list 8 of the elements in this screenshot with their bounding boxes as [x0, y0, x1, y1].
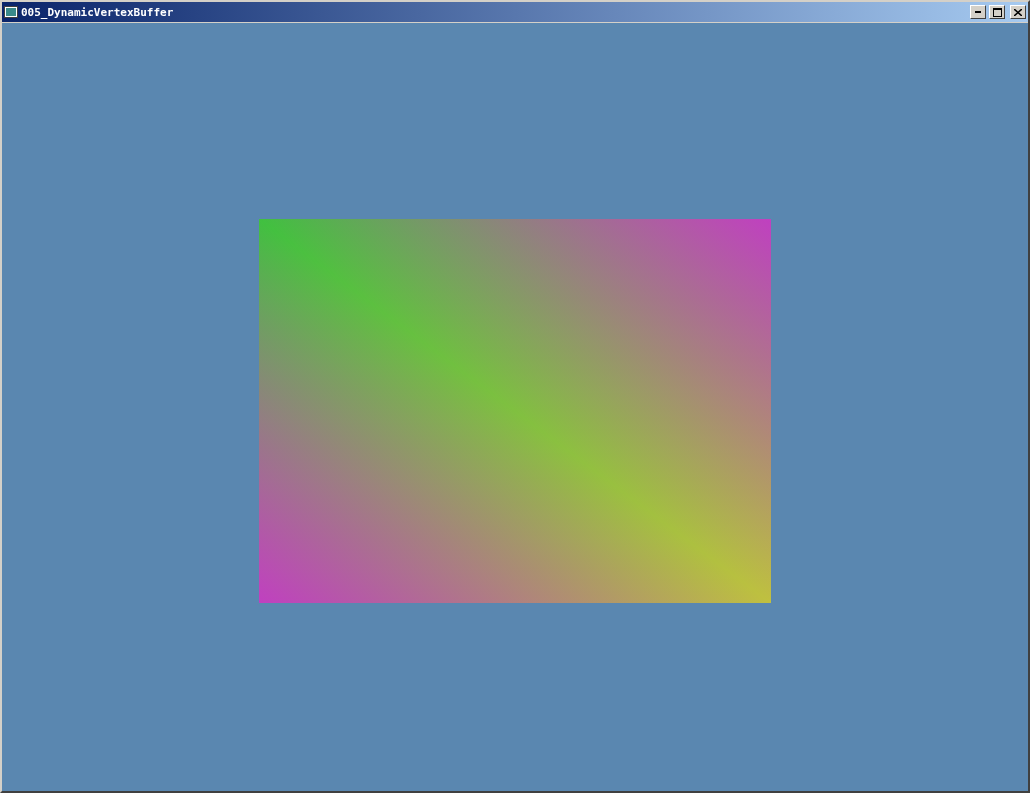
- window-title: 005_DynamicVertexBuffer: [21, 5, 175, 19]
- maximize-button[interactable]: [989, 5, 1005, 19]
- maximize-icon: [992, 7, 1002, 17]
- minimize-button[interactable]: [970, 5, 986, 19]
- app-icon: [4, 6, 18, 18]
- close-icon: [1014, 8, 1022, 16]
- minimize-icon: [975, 11, 981, 13]
- close-button[interactable]: [1010, 5, 1026, 19]
